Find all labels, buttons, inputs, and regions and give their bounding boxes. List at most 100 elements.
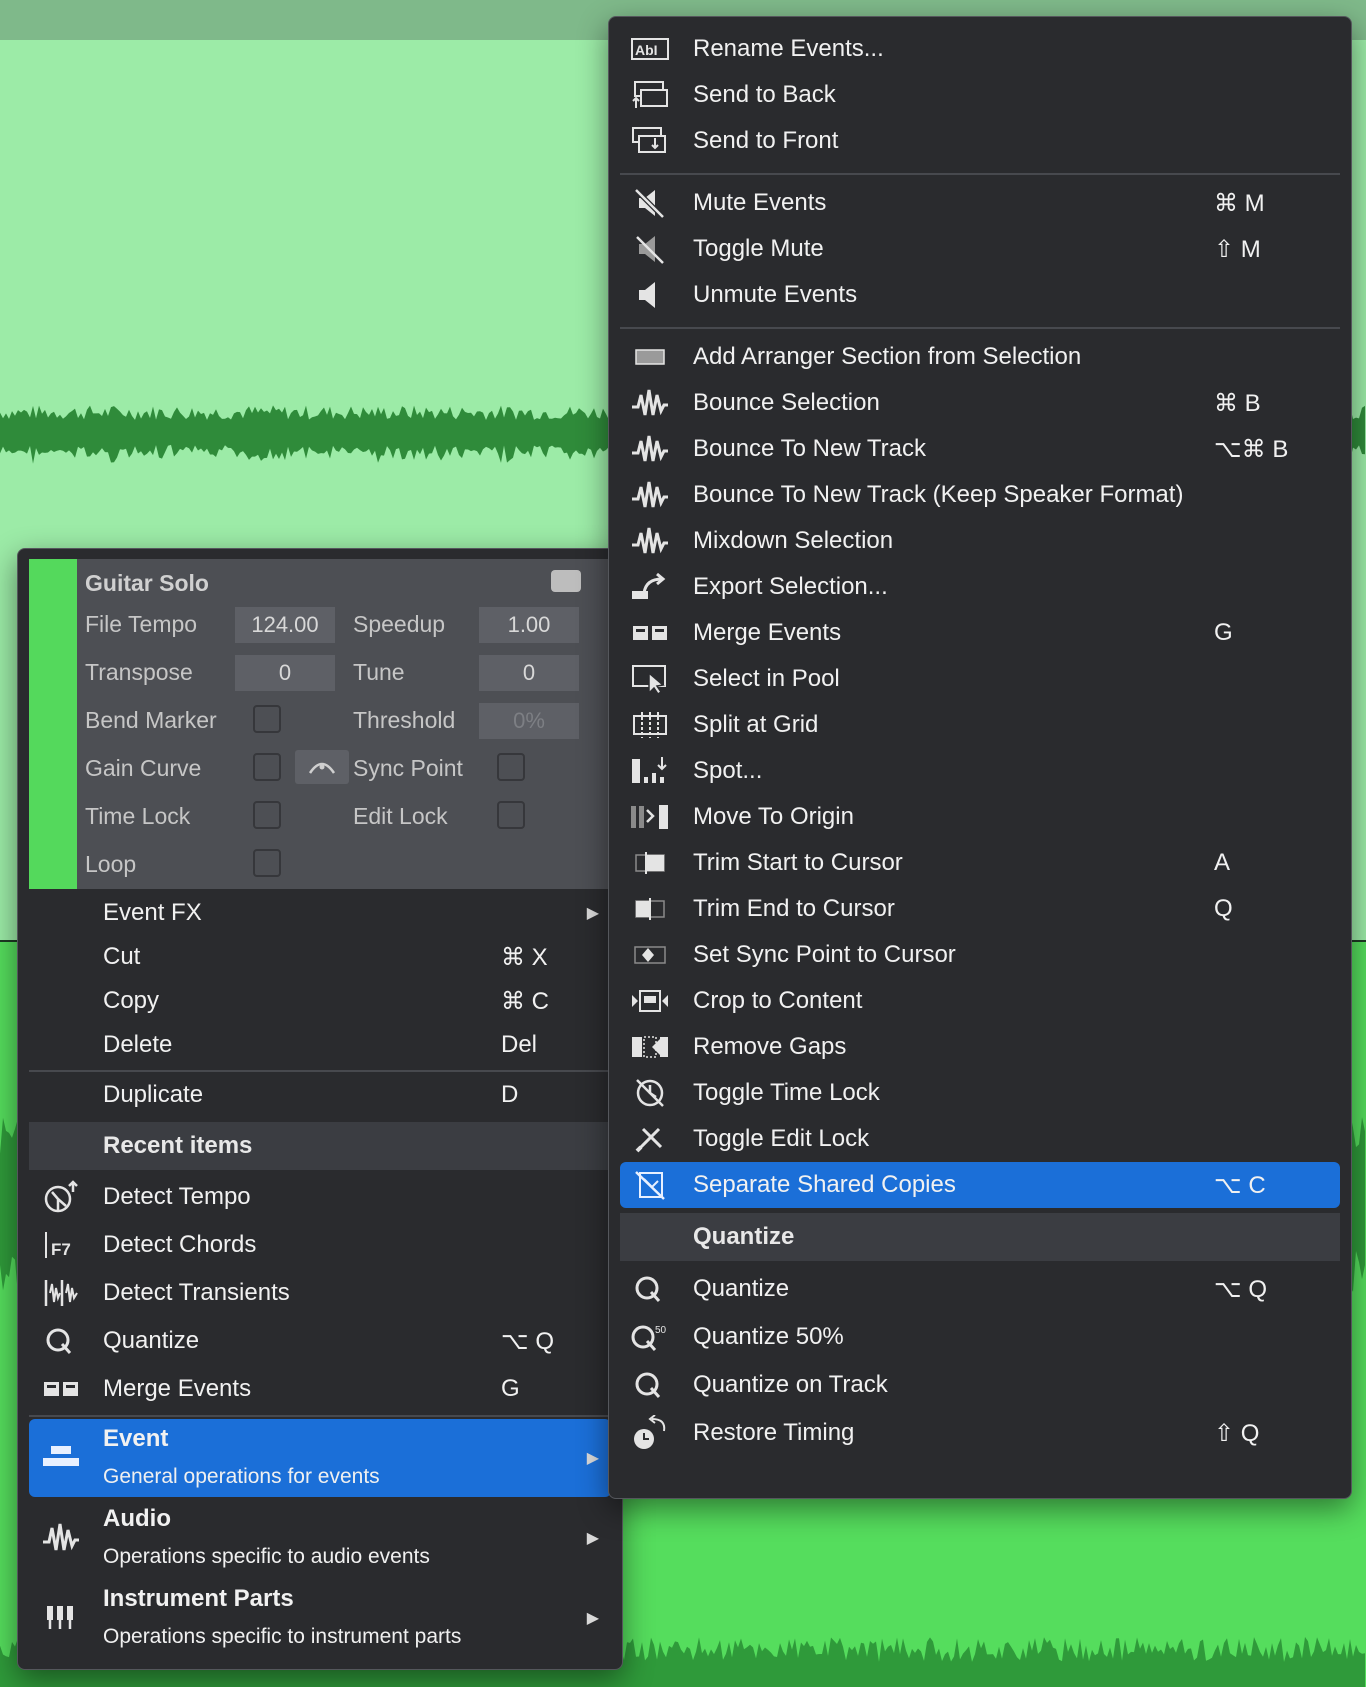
quantize-section-header: Quantize — [620, 1213, 1340, 1261]
menu-item-trim-start-to-cursor[interactable]: Trim Start to Cursor A — [620, 840, 1340, 886]
menu-item-label: Trim End to Cursor — [693, 895, 895, 922]
toggle-mute-icon — [628, 231, 672, 267]
gain-curve-checkbox[interactable] — [253, 753, 281, 781]
menu-item-toggle-edit-lock[interactable]: Toggle Edit Lock — [620, 1116, 1340, 1162]
loop-checkbox[interactable] — [253, 849, 281, 877]
submenu-arrow-icon: ▶ — [586, 1610, 599, 1627]
menu-item-toggle-time-lock[interactable]: Toggle Time Lock — [620, 1070, 1340, 1116]
menu-item-quantize-50[interactable]: 50 Quantize 50% — [620, 1314, 1340, 1360]
menu-item-label: Set Sync Point to Cursor — [693, 941, 956, 968]
menu-item-label: Split at Grid — [693, 711, 819, 738]
menu-item-split-at-grid[interactable]: Split at Grid — [620, 702, 1340, 748]
menu-item-send-to-front[interactable]: Send to Front — [620, 118, 1340, 164]
rename-icon: AbI — [628, 31, 672, 67]
remove-gaps-icon — [628, 1029, 672, 1065]
category-subtitle: Operations specific to instrument parts — [103, 1625, 462, 1648]
menu-separator — [29, 1415, 611, 1417]
context-menu: Guitar Solo File Tempo 124.00 Speedup 1.… — [17, 548, 623, 1670]
menu-item-trim-end-to-cursor[interactable]: Trim End to Cursor Q — [620, 886, 1340, 932]
event-submenu: AbI Rename Events... Send to Back Send to F… — [608, 16, 1352, 1499]
category-audio[interactable]: Audio Operations specific to audio event… — [29, 1499, 611, 1577]
separate-copies-icon — [628, 1167, 672, 1203]
menu-item-quantize[interactable]: Quantize ⌥ Q — [29, 1318, 611, 1364]
menu-item-detect-chords[interactable]: F7 Detect Chords — [29, 1222, 611, 1268]
menu-item-remove-gaps[interactable]: Remove Gaps — [620, 1024, 1340, 1070]
menu-item-label: Send to Back — [693, 81, 836, 108]
menu-item-label: Bounce To New Track — [693, 435, 927, 462]
time-lock-label: Time Lock — [85, 803, 191, 829]
menu-item-unmute-events[interactable]: Unmute Events — [620, 272, 1340, 318]
menu-item-label: Quantize 50% — [693, 1323, 844, 1350]
detect-chords-icon: F7 — [39, 1227, 83, 1263]
menu-item-label: Bounce Selection — [693, 389, 880, 416]
category-event[interactable]: Event General operations for events ▶ — [29, 1419, 611, 1497]
time-lock-icon — [628, 1075, 672, 1111]
bend-marker-checkbox[interactable] — [253, 705, 281, 733]
menu-item-duplicate[interactable]: Duplicate D — [29, 1072, 611, 1118]
menu-item-label: Export Selection... — [693, 573, 888, 600]
menu-item-merge-events[interactable]: Merge Events G — [29, 1366, 611, 1412]
menu-item-cut[interactable]: Cut ⌘ X — [29, 934, 611, 980]
file-tempo-field[interactable]: 124.00 — [235, 607, 335, 643]
menu-item-detect-transients[interactable]: Detect Transients — [29, 1270, 611, 1316]
speedup-field[interactable]: 1.00 — [479, 607, 579, 643]
menu-item-label: Event FX — [103, 899, 202, 926]
menu-item-label: Quantize — [693, 1275, 790, 1302]
menu-item-send-to-back[interactable]: Send to Back — [620, 72, 1340, 118]
menu-item-crop-to-content[interactable]: Crop to Content — [620, 978, 1340, 1024]
menu-item-detect-tempo[interactable]: Detect Tempo — [29, 1174, 611, 1220]
menu-item-restore-timing[interactable]: Restore Timing ⇧ Q — [620, 1410, 1340, 1456]
menu-item-label: Mixdown Selection — [693, 527, 894, 554]
menu-item-mixdown-selection[interactable]: Mixdown Selection — [620, 518, 1340, 564]
sync-point-label: Sync Point — [353, 755, 463, 781]
menu-item-add-arranger-section-from-selection[interactable]: Add Arranger Section from Selection — [620, 334, 1340, 380]
menu-item-mute-events[interactable]: Mute Events ⌘ M — [620, 180, 1340, 226]
event-name[interactable]: Guitar Solo — [85, 570, 209, 597]
threshold-field[interactable]: 0% — [479, 703, 579, 739]
menu-item-label: Delete — [103, 1031, 173, 1058]
event-color-swatch[interactable] — [29, 559, 77, 889]
menu-item-rename-events[interactable]: AbI Rename Events... — [620, 26, 1340, 72]
menu-item-set-sync-point-to-cursor[interactable]: Set Sync Point to Cursor — [620, 932, 1340, 978]
menu-item-label: Cut — [103, 943, 141, 970]
menu-item-bounce-selection[interactable]: Bounce Selection ⌘ B — [620, 380, 1340, 426]
menu-item-toggle-mute[interactable]: Toggle Mute ⇧ M — [620, 226, 1340, 272]
event-inspector: Guitar Solo File Tempo 124.00 Speedup 1.… — [29, 559, 611, 889]
menu-item-quantize-on-track[interactable]: Quantize on Track — [620, 1362, 1340, 1408]
send-to-back-icon — [628, 77, 672, 113]
menu-item-label: Send to Front — [693, 127, 839, 154]
menu-item-delete[interactable]: Delete Del — [29, 1022, 611, 1068]
transpose-field[interactable]: 0 — [235, 655, 335, 691]
menu-item-bounce-to-new-track-keep-speaker-format[interactable]: Bounce To New Track (Keep Speaker Format… — [620, 472, 1340, 518]
shortcut-label: ⌥ Q — [501, 1327, 554, 1355]
menu-item-move-to-origin[interactable]: Move To Origin — [620, 794, 1340, 840]
shortcut-label: Del — [501, 1031, 538, 1058]
gain-curve-button[interactable] — [295, 750, 349, 784]
sync-point-checkbox[interactable] — [497, 753, 525, 781]
merge-icon — [628, 615, 672, 651]
recent-items-header: Recent items — [29, 1122, 611, 1170]
menu-item-export-selection[interactable]: Export Selection... — [620, 564, 1340, 610]
shortcut-label: ⌥ Q — [1214, 1275, 1267, 1303]
loop-label: Loop — [85, 851, 137, 877]
tune-field[interactable]: 0 — [479, 655, 579, 691]
inspector-toggle-button[interactable] — [551, 570, 581, 592]
menu-item-spot[interactable]: Spot... — [620, 748, 1340, 794]
category-instrument-parts[interactable]: Instrument Parts Operations specific to … — [29, 1579, 611, 1657]
menu-item-bounce-to-new-track[interactable]: Bounce To New Track ⌥⌘ B — [620, 426, 1340, 472]
menu-item-event-fx[interactable]: Event FX ▶ — [29, 890, 611, 936]
trim-start-icon — [628, 845, 672, 881]
menu-item-merge-events[interactable]: Merge Events G — [620, 610, 1340, 656]
svg-text:AbI: AbI — [635, 42, 658, 58]
submenu-arrow-icon: ▶ — [586, 905, 599, 922]
merge-icon — [39, 1371, 83, 1407]
edit-lock-checkbox[interactable] — [497, 801, 525, 829]
move-origin-icon — [628, 799, 672, 835]
crop-icon — [628, 983, 672, 1019]
time-lock-checkbox[interactable] — [253, 801, 281, 829]
menu-item-copy[interactable]: Copy ⌘ C — [29, 978, 611, 1024]
menu-item-select-in-pool[interactable]: Select in Pool — [620, 656, 1340, 702]
menu-item-separate-shared-copies[interactable]: Separate Shared Copies ⌥ C — [620, 1162, 1340, 1208]
menu-item-quantize[interactable]: Quantize ⌥ Q — [620, 1266, 1340, 1312]
menu-separator — [620, 173, 1340, 175]
